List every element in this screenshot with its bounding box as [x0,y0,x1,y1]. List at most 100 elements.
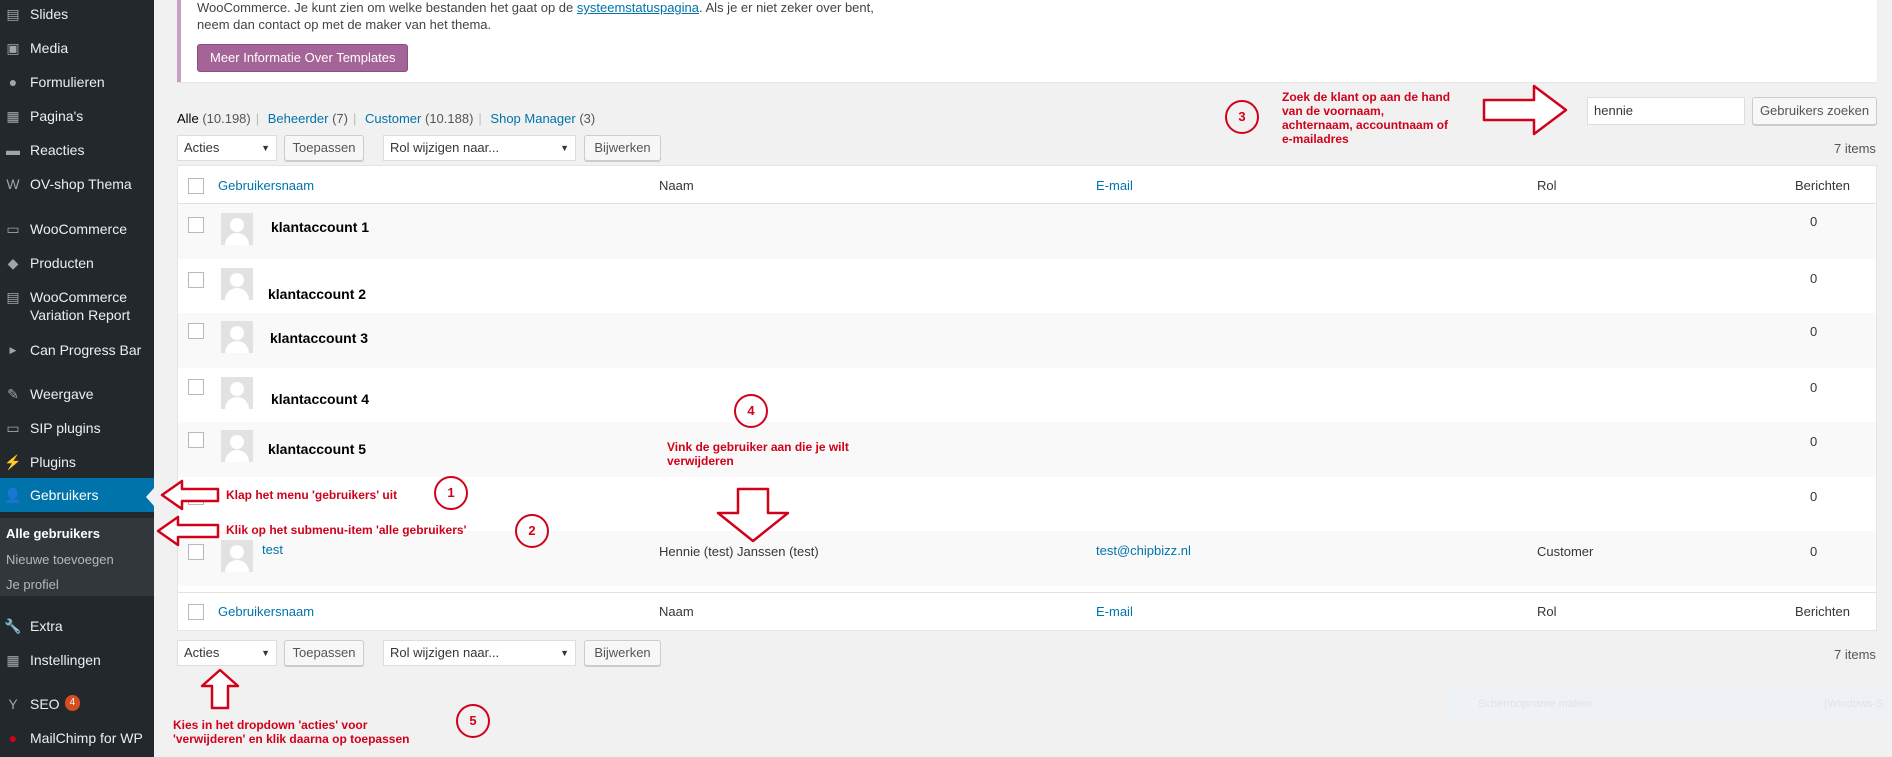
pages-icon: ▦ [6,107,20,124]
post-count: 0 [1810,380,1818,395]
column-username-header[interactable]: Gebruikersnaam [218,178,314,193]
sidebar-item-variation-report[interactable]: ▤ WooCommerce Variation Report [0,288,154,324]
row-checkbox[interactable] [188,272,204,288]
update-button-bottom[interactable]: Bijwerken [584,640,661,666]
column-posts-footer: Berichten [1795,604,1850,619]
sidebar-item-plugins[interactable]: ⚡ Plugins [0,453,154,471]
submenu-add-new[interactable]: Nieuwe toevoegen [6,552,114,567]
avatar [221,268,253,300]
filter-shop-manager[interactable]: Shop Manager [490,111,575,126]
select-all-checkbox-footer[interactable] [188,604,204,620]
annotation-step3-number: 3 [1225,100,1259,134]
sidebar-item-theme[interactable]: W OV-shop Thema [0,175,154,193]
theme-icon: W [6,176,20,192]
username-link[interactable]: klantaccount 5 [268,441,366,457]
search-users-input[interactable]: hennie [1587,97,1745,125]
sidebar-item-seo[interactable]: Y SEO 4 [0,695,154,713]
more-info-templates-button[interactable]: Meer Informatie Over Templates [197,44,409,72]
user-role-filters: Alle (10.198) | Beheerder (7) | Customer (… [177,111,596,126]
dropdown-arrow-icon: ▼ [560,143,569,153]
annotation-step2-text: Klik op het submenu-item 'alle gebruiker… [226,523,467,537]
table-row: klantaccount 3 0 [178,313,1876,368]
column-name-header: Naam [659,178,694,193]
role: Customer [1537,544,1594,559]
products-icon: ◆ [7,254,19,271]
annotation-arrow-up-5 [200,668,240,710]
filter-admin[interactable]: Beheerder [268,111,329,126]
sidebar-item-forms[interactable]: ● Formulieren [0,73,154,91]
woocommerce-icon: ▭ [6,220,20,237]
username-link[interactable]: test [262,542,283,557]
filter-separator: | [478,111,482,126]
row-checkbox[interactable] [188,217,204,233]
annotation-arrow-left-1 [160,479,220,511]
annotation-step3-text: Zoek de klant op aan de hand van de voor… [1282,90,1451,146]
sidebar-item-settings[interactable]: ▦ Instellingen [0,651,154,669]
column-username-footer[interactable]: Gebruikersnaam [218,604,314,619]
table-row: klantaccount 4 0 [178,368,1876,422]
avatar [221,213,253,245]
sidebar-item-pages[interactable]: ▦ Pagina's [0,107,154,125]
update-button-top[interactable]: Bijwerken [584,135,661,161]
username-link[interactable]: klantaccount 4 [271,391,369,407]
sidebar-item-mailchimp[interactable]: ● MailChimp for WP [0,729,154,747]
comments-icon: ▬ [6,142,20,158]
overlay-text-left: Schermopname maken [1478,698,1592,710]
bulk-actions-select-bottom[interactable]: Acties ▼ [177,640,277,666]
apply-button-top[interactable]: Toepassen [284,135,364,161]
sidebar-item-products[interactable]: ◆ Producten [0,254,154,272]
row-checkbox[interactable] [188,432,204,448]
username-link[interactable]: klantaccount 3 [270,330,368,346]
post-count: 0 [1810,324,1818,339]
table-header: Gebruikersnaam Naam E-mail Rol Berichten [178,166,1876,204]
table-footer: Gebruikersnaam Naam E-mail Rol Berichten [178,592,1876,630]
filter-separator: | [352,111,357,126]
annotation-step2-number: 2 [515,514,549,548]
column-email-footer[interactable]: E-mail [1096,604,1133,619]
filter-separator: | [255,111,260,126]
column-posts-header: Berichten [1795,178,1850,193]
system-status-link[interactable]: systeemstatuspagina [577,0,699,15]
sidebar-item-woocommerce[interactable]: ▭ WooCommerce [0,220,154,238]
select-all-checkbox[interactable] [188,178,204,194]
filter-customer[interactable]: Customer [365,111,421,126]
submenu-profile[interactable]: Je profiel [6,577,59,592]
items-count-top: 7 items [1834,141,1876,156]
username-link[interactable]: klantaccount 2 [268,286,366,302]
sidebar-item-appearance[interactable]: ✎ Weergave [0,385,154,403]
username-link[interactable]: klantaccount 1 [271,219,369,235]
row-checkbox[interactable] [188,323,204,339]
full-name: Hennie (test) Janssen (test) [659,544,819,559]
column-email-header[interactable]: E-mail [1096,178,1133,193]
column-role-header: Rol [1537,178,1557,193]
mailchimp-icon: ● [8,730,18,746]
post-count: 0 [1810,214,1818,229]
submenu-all-users[interactable]: Alle gebruikers [6,526,100,541]
annotation-arrow-right-3 [1482,84,1568,136]
post-count: 0 [1810,434,1818,449]
bulk-actions-select-top[interactable]: Acties ▼ [177,135,277,161]
avatar [221,377,253,409]
table-row: klantaccount 1 0 [178,204,1876,259]
sidebar-item-users[interactable]: 👤 Gebruikers [0,478,154,512]
email-link[interactable]: test@chipbizz.nl [1096,543,1191,558]
annotation-arrow-down-4 [716,487,790,543]
admin-sidebar: ▤ Slides ▣ Media ● Formulieren ▦ Pagina's ▬ R… [0,0,154,757]
post-count: 0 [1810,544,1818,559]
change-role-select-top[interactable]: Rol wijzigen naar... ▼ [383,135,576,161]
row-checkbox[interactable] [188,379,204,395]
change-role-select-bottom[interactable]: Rol wijzigen naar... ▼ [383,640,576,666]
annotation-step4-number: 4 [734,394,768,428]
filter-all[interactable]: Alle [177,111,199,126]
sidebar-item-tools[interactable]: 🔧 Extra [0,617,154,635]
sidebar-item-media[interactable]: ▣ Media [0,39,154,57]
sidebar-item-progress-bar[interactable]: ▶ Can Progress Bar [0,341,154,359]
search-users-button[interactable]: Gebruikers zoeken [1752,97,1877,125]
apply-button-bottom[interactable]: Toepassen [284,640,364,666]
sidebar-item-sip-plugins[interactable]: ▭ SIP plugins [0,419,154,437]
sidebar-item-comments[interactable]: ▬ Reacties [0,141,154,159]
active-menu-pointer [146,488,154,506]
sidebar-item-slides[interactable]: ▤ Slides [0,5,154,23]
table-row: klantaccount 2 0 [178,259,1876,313]
seo-update-badge: 4 [64,695,81,711]
